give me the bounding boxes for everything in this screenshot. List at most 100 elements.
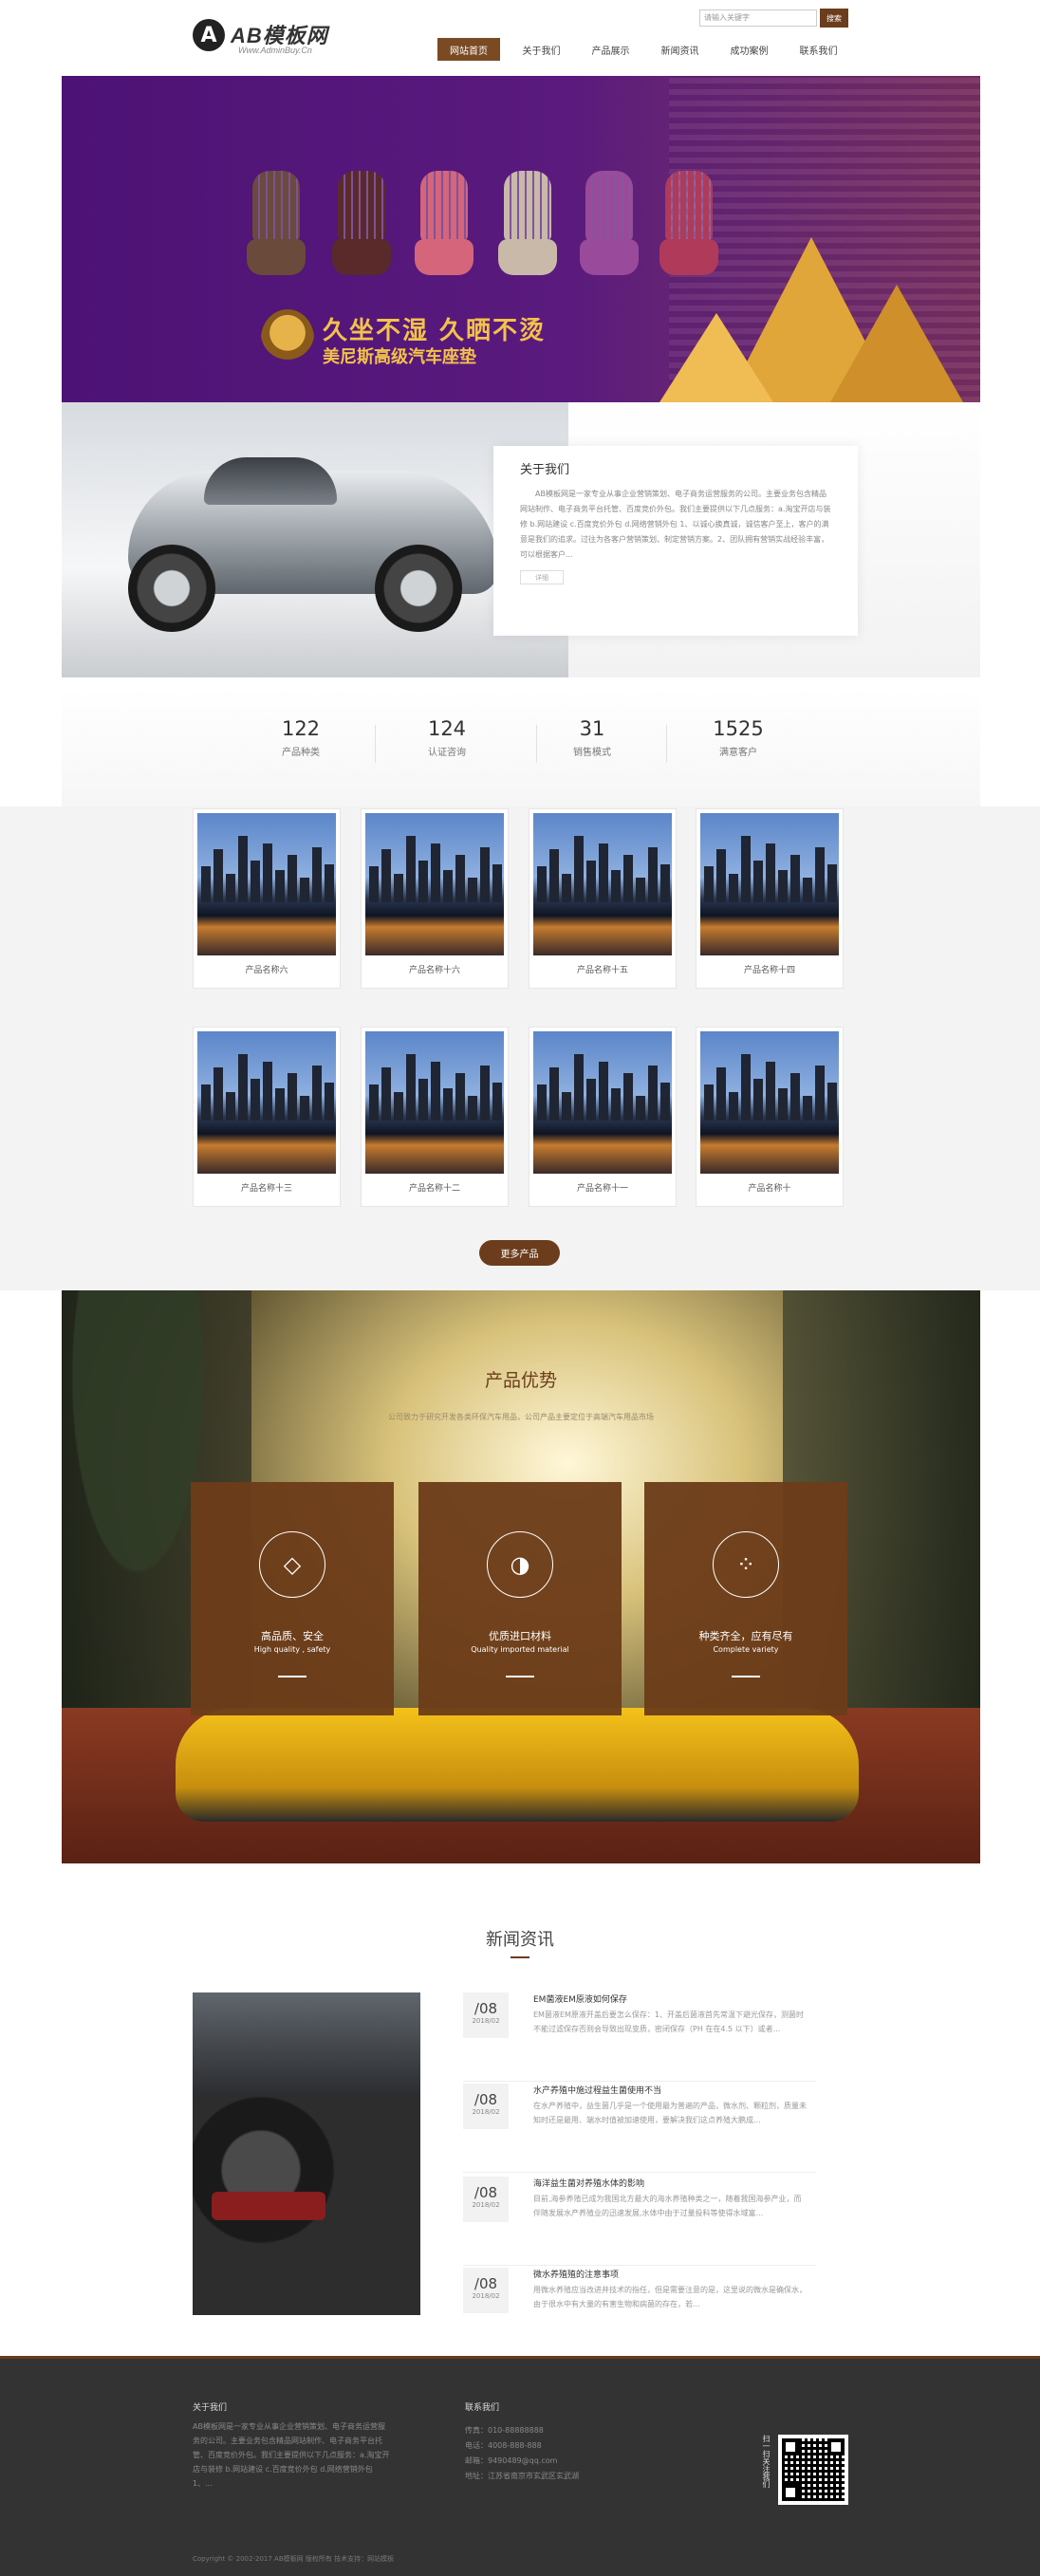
- globe-icon: ◑: [487, 1531, 553, 1598]
- skyline-building: [251, 861, 260, 902]
- advantage-title: 优质进口材料: [489, 1630, 551, 1642]
- skyline-building: [753, 861, 763, 902]
- stat-sales-mode: 31 销售模式: [507, 717, 678, 758]
- banner-subtitle: 美尼斯高级汽车座垫: [323, 347, 476, 367]
- about-car-photo: [62, 402, 568, 677]
- nav-item-products[interactable]: 产品展示: [576, 38, 645, 61]
- hero-banner[interactable]: 久坐不湿 久晒不烫 美尼斯高级汽车座垫: [62, 76, 980, 402]
- product-image: [533, 1031, 672, 1174]
- skyline-building: [562, 874, 571, 902]
- advantage-card-quality[interactable]: ◇ 高品质、安全 High quality , safety: [191, 1482, 394, 1715]
- footer-email[interactable]: 邮箱：9490489@qq.com: [465, 2456, 557, 2466]
- about-more-button[interactable]: 详细: [520, 570, 564, 584]
- news-date: /08 2018/02: [463, 2268, 509, 2313]
- news-day: /08: [474, 2275, 498, 2292]
- product-card[interactable]: 产品名称十三: [193, 1027, 341, 1207]
- nav-item-cases[interactable]: 成功案例: [715, 38, 784, 61]
- site-logo[interactable]: A AB模板网 Www.AdminBuy.Cn: [193, 19, 354, 61]
- diamond-icon: ◇: [259, 1531, 325, 1598]
- footer-about-text: AB模板网是一家专业从事企业营销策划、电子商务运营服务的公司。主要业务包含精品网…: [193, 2422, 390, 2488]
- skyline-building: [443, 1088, 453, 1121]
- skyline-building: [455, 1073, 465, 1121]
- main-nav: 网站首页 关于我们 产品展示 新闻资讯 成功案例 联系我们: [437, 38, 853, 61]
- skyline-building: [537, 1084, 547, 1121]
- news-day: /08: [474, 2000, 498, 2017]
- more-products-button[interactable]: 更多产品: [479, 1240, 560, 1266]
- product-card[interactable]: 产品名称十二: [361, 1027, 509, 1207]
- advantage-title: 种类齐全，应有尽有: [698, 1630, 793, 1642]
- news-item[interactable]: /08 2018/02 微水养殖殖的注意事项用微水养殖应当改进并技术的指任，但是需要…: [463, 2266, 816, 2357]
- news-headline[interactable]: 海洋益生菌对养殖水体的影响: [533, 2177, 644, 2189]
- product-name: 产品名称十三: [240, 1184, 292, 1194]
- advantage-card-variety[interactable]: ⁘ 种类齐全，应有尽有 Complete variety: [644, 1482, 847, 1715]
- skyline-building: [599, 843, 608, 902]
- product-image: [197, 1031, 336, 1174]
- news-summary: 用微水养殖应当改进并技术的指任，但是需要注意的是，这里说的微水是确保水，由于很水…: [533, 2286, 807, 2308]
- news-date: /08 2018/02: [463, 2177, 509, 2222]
- search-input[interactable]: 请输入关键字: [699, 9, 817, 27]
- car-seat-cover: [415, 171, 474, 285]
- product-name: 产品名称十六: [408, 966, 460, 975]
- product-card[interactable]: 产品名称十六: [361, 808, 509, 989]
- skyline-building: [636, 1096, 645, 1121]
- seat-back: [665, 171, 713, 241]
- seat-cushion: [659, 239, 718, 275]
- skyline-building: [492, 1083, 502, 1121]
- skyline-building: [623, 855, 633, 902]
- car-wheel-front: [128, 545, 215, 632]
- nav-item-home[interactable]: 网站首页: [437, 38, 500, 61]
- advantages-subtitle: 公司致力于研究开发各类环保汽车用品，公司产品主要定位于高端汽车用品市场: [388, 1413, 654, 1421]
- skyline-building: [275, 1088, 285, 1121]
- product-card[interactable]: 产品名称六: [193, 808, 341, 989]
- skyline-building: [431, 1062, 440, 1121]
- footer-about-title: 关于我们: [193, 2403, 228, 2413]
- skyline-building: [803, 878, 812, 902]
- product-card[interactable]: 产品名称十四: [696, 808, 844, 989]
- advantage-divider: [506, 1676, 534, 1677]
- qr-eye: [782, 2438, 799, 2456]
- skyline-building: [381, 849, 391, 902]
- qr-eye: [782, 2484, 799, 2501]
- advantage-card-material[interactable]: ◑ 优质进口材料 Quality imported material: [418, 1482, 622, 1715]
- nav-item-about[interactable]: 关于我们: [507, 38, 576, 61]
- news-title-underline: [511, 1956, 529, 1958]
- skyline-building: [238, 1054, 248, 1121]
- skyline-building: [716, 1067, 726, 1121]
- skyline-building: [226, 1092, 235, 1121]
- news-headline[interactable]: 微水养殖殖的注意事项: [533, 2268, 619, 2280]
- nav-item-contact[interactable]: 联系我们: [784, 38, 853, 61]
- skyline-building: [455, 855, 465, 902]
- news-item[interactable]: /08 2018/02 EM菌液EM原液如何保存 EM菌液EM原液开盖后要怎么保存：1…: [463, 1991, 816, 2082]
- skyline-building: [288, 855, 297, 902]
- skyline-building: [790, 855, 800, 902]
- about-text: AB模板网是一家专业从事企业营销策划、电子商务运营服务的公司。主要业务包含精品网…: [520, 490, 831, 559]
- skyline-building: [201, 866, 211, 902]
- qr-code: [778, 2435, 848, 2505]
- skyline-building: [611, 870, 621, 902]
- skyline-building: [753, 1079, 763, 1121]
- product-card[interactable]: 产品名称十一: [529, 1027, 677, 1207]
- skyline-building: [704, 1084, 714, 1121]
- stat-label: 销售模式: [573, 748, 611, 758]
- product-image: [700, 813, 839, 955]
- skyline-building: [636, 878, 645, 902]
- product-card[interactable]: 产品名称十: [696, 1027, 844, 1207]
- skyline-building: [716, 849, 726, 902]
- footer-phone: 电话：4008-888-888: [465, 2441, 542, 2450]
- product-name: 产品名称十二: [408, 1184, 460, 1194]
- skyline-building: [406, 1054, 416, 1121]
- skyline-building: [406, 836, 416, 902]
- product-card[interactable]: 产品名称十五: [529, 808, 677, 989]
- news-headline[interactable]: EM菌液EM原液如何保存: [533, 1992, 627, 2005]
- news-headline[interactable]: 水产养殖中施过程益生菌使用不当: [533, 2084, 661, 2096]
- news-item[interactable]: /08 2018/02 水产养殖中施过程益生菌使用不当 在水产养殖中，益生菌几乎是一个…: [463, 2082, 816, 2173]
- news-year-month: 2018/02: [472, 2108, 500, 2116]
- news-item[interactable]: /08 2018/02 海洋益生菌对养殖水体的影响 目前,海参养殖已成为我国北方最大的…: [463, 2175, 816, 2266]
- skyline-building: [275, 870, 285, 902]
- skyline-building: [300, 1096, 309, 1121]
- search-button[interactable]: 搜索: [820, 9, 848, 28]
- logo-subtitle: Www.AdminBuy.Cn: [238, 46, 312, 55]
- skyline-building: [263, 843, 272, 902]
- logo-mark-icon: A: [193, 19, 225, 51]
- nav-item-news[interactable]: 新闻资讯: [645, 38, 715, 61]
